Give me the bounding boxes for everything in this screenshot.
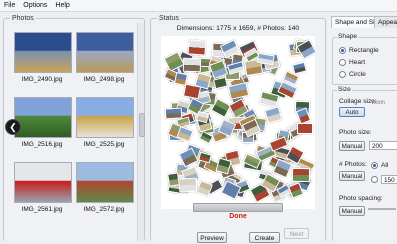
collage-photo [291, 61, 308, 75]
photos-scrollbar[interactable] [137, 23, 145, 241]
menu-file[interactable]: File [0, 0, 19, 11]
photo-thumbnail[interactable] [14, 97, 72, 138]
preview-button[interactable]: Preview [197, 232, 227, 243]
collage-photo [178, 177, 198, 193]
collage-photo [164, 107, 183, 119]
shape-group-title: Shape [337, 33, 359, 40]
create-button[interactable]: Create [249, 232, 280, 243]
radio-heart-label: Heart [349, 59, 366, 66]
radio-rectangle-label: Rectangle [349, 47, 379, 54]
radio-circle-button[interactable] [339, 71, 346, 78]
photo-thumbnail[interactable] [14, 162, 72, 203]
tab-appearance[interactable]: Appearance [374, 16, 397, 28]
radio-circle[interactable]: Circle [339, 71, 366, 78]
photo-filename: IMG_2516.jpg [21, 141, 63, 148]
radio-photos-all-label: All [381, 162, 389, 169]
photo-filename: IMG_2490.jpg [21, 76, 63, 83]
photo-filename: IMG_2561.jpg [21, 206, 63, 213]
radio-rectangle[interactable]: Rectangle [339, 47, 379, 54]
photo-filename: IMG_2525.jpg [83, 141, 125, 148]
dimensions-readout: Dimensions: 1775 x 1659, # Photos: 140 [176, 25, 300, 32]
collage-preview [161, 36, 315, 209]
collage-photo [264, 106, 284, 125]
photo-thumbnail[interactable] [76, 162, 134, 203]
menu-options[interactable]: Options [19, 0, 51, 11]
photo-thumbnail[interactable] [76, 32, 134, 73]
progress-bar [193, 203, 283, 212]
scrollbar-thumb[interactable] [139, 113, 145, 137]
collage-photo [173, 72, 188, 87]
radio-photos-count[interactable]: 150 [371, 175, 397, 184]
photos-panel: Photos IMG_2490.jpg IMG_2498.jpg IMG_2516.… [3, 14, 145, 241]
collage-photo [227, 81, 249, 100]
photo-size-label: Photo size: [339, 129, 372, 136]
photo-spacing-manual-button[interactable]: Manual [339, 206, 365, 216]
photos-count-label: # Photos: [339, 161, 367, 168]
radio-rectangle-button[interactable] [339, 47, 346, 54]
radio-heart-button[interactable] [339, 59, 346, 66]
size-group-title: Size [337, 86, 352, 93]
status-panel: Status Dimensions: 1775 x 1659, # Photos… [150, 14, 326, 241]
settings-panel: Shape and Size Appearance Shape Rectangl… [328, 16, 397, 241]
status-panel-title: Status [157, 14, 181, 24]
radio-photos-all-button[interactable] [371, 162, 378, 169]
menu-help[interactable]: Help [51, 0, 73, 11]
collage-photo [292, 167, 311, 182]
size-group: Size Collage size: Width Auto Photo size… [332, 86, 397, 241]
photo-spacing-label: Photo spacing: [339, 195, 383, 202]
menu-bar: File Options Help [0, 0, 397, 12]
collage-photo [187, 39, 206, 57]
collage-photo [167, 172, 181, 187]
photo-thumbnail[interactable] [76, 97, 134, 138]
photo-spacing-slider[interactable] [368, 208, 396, 210]
radio-photos-all[interactable]: All [371, 162, 388, 169]
collage-photo [182, 57, 202, 73]
photos-count-manual-button[interactable]: Manual [339, 171, 365, 181]
photos-count-input[interactable]: 150 [381, 175, 397, 184]
shape-group: Shape Rectangle Heart Circle [332, 33, 397, 85]
photo-size-manual-button[interactable]: Manual [339, 141, 365, 151]
collage-photo [297, 123, 314, 135]
photo-filename: IMG_2572.jpg [83, 206, 125, 213]
next-button[interactable]: Next [284, 228, 309, 239]
radio-circle-label: Circle [349, 71, 366, 78]
photos-panel-title: Photos [10, 14, 36, 24]
radio-heart[interactable]: Heart [339, 59, 365, 66]
radio-photos-count-button[interactable] [371, 176, 378, 183]
photo-size-input[interactable]: 200 [369, 141, 397, 150]
collage-photo [195, 180, 213, 198]
photo-filename: IMG_2498.jpg [83, 76, 125, 83]
chevron-left-icon[interactable]: ❮ [6, 120, 20, 134]
photo-thumbnail[interactable] [14, 32, 72, 73]
collage-size-auto-button[interactable]: Auto [339, 107, 365, 117]
width-hint: Width [371, 100, 386, 106]
status-text: Done [229, 213, 247, 220]
